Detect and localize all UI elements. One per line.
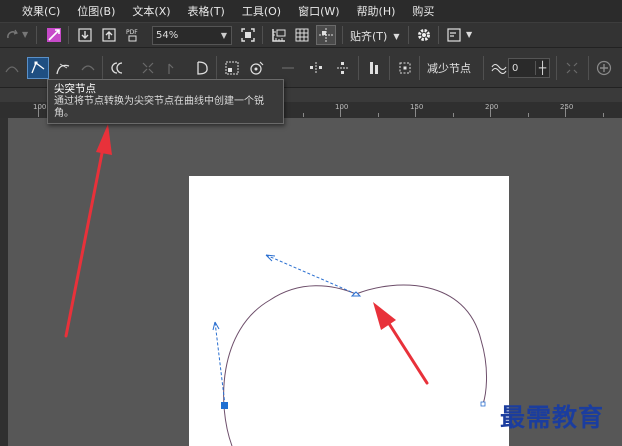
curve-smoothness-stepper[interactable]: 0 ┼ [508,58,550,78]
symmetrical-node-icon[interactable] [78,58,98,78]
show-grid-icon[interactable] [292,25,312,45]
smooth-node-icon[interactable] [53,58,73,78]
show-rulers-icon[interactable] [269,25,289,45]
extract-subpath-icon[interactable] [163,58,183,78]
svg-text:PDF: PDF [126,29,138,36]
publish-pdf-icon[interactable]: PDF [123,25,143,45]
menu-help[interactable]: 帮助(H) [349,3,405,19]
redo-dropdown-icon[interactable]: ▼ [22,30,28,39]
boundary-nodes-icon[interactable] [562,58,582,78]
curve-smoothness-value: 0 [512,62,519,74]
document-page[interactable] [189,176,509,446]
corel-connect-icon[interactable] [44,25,64,45]
tooltip: 尖突节点 通过将节点转换为尖突节点在曲线中创建一个锐角。 [47,79,284,124]
menu-window[interactable]: 窗口(W) [290,3,348,19]
tooltip-title: 尖突节点 [54,83,96,95]
zoom-level-select[interactable]: 54% ▼ [152,26,232,45]
extend-curve-icon[interactable] [138,58,158,78]
menu-text[interactable]: 文本(X) [124,3,179,19]
ruler-label: 250 [560,103,574,111]
select-all-nodes-icon[interactable] [395,58,415,78]
full-screen-icon[interactable] [238,25,258,45]
snap-to-label: 贴齐(T) [350,30,388,43]
curve-smoothness-icon [489,58,509,78]
menu-effects[interactable]: 效果(C) [14,3,69,19]
chevron-down-icon: ▼ [393,31,400,41]
reflect-horizontal-icon[interactable] [306,58,326,78]
snap-to-menu[interactable]: 贴齐(T) ▼ [350,28,399,44]
reduce-nodes-button[interactable]: 减少节点 [427,60,471,76]
elastic-mode-icon[interactable] [364,58,384,78]
menu-tools[interactable]: 工具(O) [234,3,290,19]
rotate-nodes-icon[interactable] [247,58,267,78]
chevron-down-icon: ▼ [220,31,228,40]
menu-buy[interactable]: 购买 [404,3,443,19]
stretch-nodes-icon[interactable] [222,58,242,78]
reflect-vertical-icon[interactable] [333,58,353,78]
align-nodes-icon[interactable] [278,58,298,78]
ruler-label: 150 [410,103,424,111]
add-icon[interactable] [594,58,614,78]
toolbox-strip [0,118,8,446]
menu-bar: 效果(C) 位图(B) 文本(X) 表格(T) 工具(O) 窗口(W) 帮助(H… [0,0,622,22]
zoom-level-value: 54% [156,30,179,41]
menu-bitmaps[interactable]: 位图(B) [69,3,124,19]
import-icon[interactable] [75,25,95,45]
tooltip-body: 通过将节点转换为尖突节点在曲线中创建一个锐角。 [54,96,264,119]
close-curve-icon[interactable] [192,58,212,78]
standard-toolbar: ▼ PDF 54% ▼ 贴齐(T) ▼ ▼ [0,22,622,48]
reverse-direction-icon[interactable] [108,58,128,78]
menu-overflow[interactable] [0,0,14,22]
slider-toggle-icon[interactable]: ┼ [535,61,549,75]
redo-icon[interactable] [2,25,22,45]
chevron-down-icon[interactable]: ▼ [466,30,472,39]
export-icon[interactable] [99,25,119,45]
watermark-logo: 最需教育 [500,403,605,432]
ruler-label: 100 [33,103,47,111]
ruler-label: 100 [335,103,349,111]
menu-table[interactable]: 表格(T) [180,3,234,19]
cusp-node-button[interactable] [27,57,49,79]
application-launcher-icon[interactable] [444,25,464,45]
reduce-nodes-label: 减少节点 [427,62,471,75]
ruler-label: 200 [485,103,499,111]
show-guidelines-icon[interactable] [316,25,336,45]
add-node-icon[interactable] [2,58,22,78]
gear-icon[interactable] [414,25,434,45]
